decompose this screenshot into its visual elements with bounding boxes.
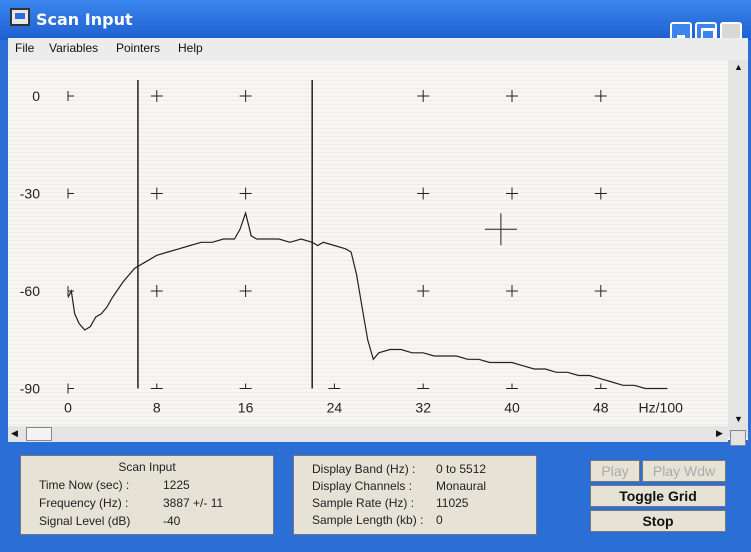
length-value: 0 bbox=[436, 513, 443, 527]
menu-variables[interactable]: Variables bbox=[49, 41, 98, 55]
x-unit-label: Hz/100 bbox=[639, 400, 684, 416]
toggle-grid-button[interactable]: Toggle Grid bbox=[590, 485, 726, 507]
frequency-label: Frequency (Hz) : bbox=[39, 496, 129, 510]
x-tick-label: 40 bbox=[504, 400, 520, 416]
x-tick-label: 24 bbox=[327, 400, 343, 416]
band-row: Display Band (Hz) : 0 to 5512 bbox=[312, 462, 486, 476]
channels-label: Display Channels : bbox=[312, 479, 413, 493]
spectrum-plot[interactable]: 0 -30 -60 -90 0 8 16 24 32 40 48 Hz/100 bbox=[8, 60, 728, 426]
frequency-value: 3887 +/- 11 bbox=[163, 496, 224, 510]
display-info-panel: Display Band (Hz) : 0 to 5512 Display Ch… bbox=[293, 455, 537, 535]
menu-pointers[interactable]: Pointers bbox=[116, 41, 160, 55]
time-row: Time Now (sec) : 1225 bbox=[39, 478, 190, 492]
spectrum-trace bbox=[67, 210, 668, 390]
horizontal-scrollbar[interactable]: ◀ ▶ bbox=[8, 426, 728, 442]
menu-help[interactable]: Help bbox=[178, 41, 203, 55]
time-label: Time Now (sec) : bbox=[39, 478, 130, 492]
app-icon[interactable] bbox=[10, 8, 30, 26]
horizontal-scroll-thumb[interactable] bbox=[26, 427, 52, 441]
scroll-up-arrow-icon[interactable]: ▲ bbox=[734, 62, 743, 72]
rate-label: Sample Rate (Hz) : bbox=[312, 496, 415, 510]
window-title: Scan Input bbox=[36, 10, 133, 29]
menu-file[interactable]: File bbox=[15, 41, 34, 55]
title-bar[interactable]: Scan Input bbox=[0, 0, 751, 44]
scroll-left-arrow-icon[interactable]: ◀ bbox=[11, 428, 18, 439]
x-tick-label: 48 bbox=[593, 400, 609, 416]
channels-row: Display Channels : Monaural bbox=[312, 479, 486, 493]
y-tick-label: -60 bbox=[20, 283, 40, 299]
signal-value: -40 bbox=[163, 514, 181, 528]
scroll-down-arrow-icon[interactable]: ▼ bbox=[734, 414, 743, 424]
rate-value: 11025 bbox=[436, 496, 469, 510]
x-tick-label: 8 bbox=[153, 400, 161, 416]
y-tick-label: -90 bbox=[20, 381, 40, 397]
frequency-row: Frequency (Hz) : 3887 +/- 11 bbox=[39, 496, 223, 510]
scan-input-window: Scan Input File Variables Pointers Help … bbox=[0, 0, 751, 552]
band-label: Display Band (Hz) : bbox=[312, 462, 416, 476]
x-tick-label: 32 bbox=[415, 400, 431, 416]
length-label: Sample Length (kb) : bbox=[312, 513, 424, 527]
signal-label: Signal Level (dB) bbox=[39, 514, 131, 528]
vertical-scrollbar[interactable]: ▲ ▼ bbox=[728, 60, 748, 438]
stop-button[interactable]: Stop bbox=[590, 510, 726, 532]
band-value: 0 to 5512 bbox=[436, 462, 487, 476]
scan-panel-title: Scan Input bbox=[118, 460, 176, 474]
x-tick-label: 0 bbox=[64, 400, 72, 416]
scrollbar-corner bbox=[730, 430, 746, 446]
play-button[interactable]: Play bbox=[590, 460, 640, 482]
x-tick-label: 16 bbox=[238, 400, 254, 416]
rate-row: Sample Rate (Hz) : 11025 bbox=[312, 496, 468, 510]
length-row: Sample Length (kb) : 0 bbox=[312, 513, 443, 527]
play-window-button[interactable]: Play Wdw bbox=[642, 460, 726, 482]
y-tick-label: 0 bbox=[32, 88, 40, 104]
menu-bar: File Variables Pointers Help bbox=[8, 38, 748, 60]
scroll-right-arrow-icon[interactable]: ▶ bbox=[716, 428, 723, 439]
time-value: 1225 bbox=[163, 478, 190, 492]
scan-input-panel: Scan Input Time Now (sec) : 1225 Frequen… bbox=[20, 455, 274, 535]
y-tick-label: -30 bbox=[20, 186, 40, 202]
signal-row: Signal Level (dB) -40 bbox=[39, 514, 180, 528]
channels-value: Monaural bbox=[436, 479, 487, 493]
